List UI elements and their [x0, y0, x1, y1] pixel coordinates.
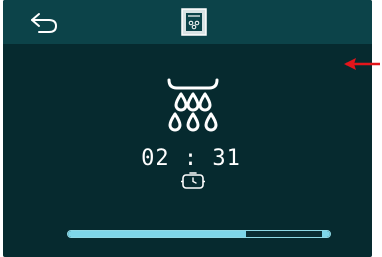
back-button[interactable] [25, 8, 65, 36]
red-arrow-left-icon [344, 58, 380, 70]
progress-end-cap [322, 231, 330, 237]
oven-mode-button[interactable] [178, 6, 210, 38]
top-bar [3, 0, 372, 44]
steam-drops-icon [167, 78, 219, 132]
device-frame: 02 : 31 [0, 0, 382, 257]
progress-fill [68, 231, 247, 237]
control-panel-screen: 02 : 31 [3, 0, 372, 257]
back-arrow-icon [31, 13, 57, 33]
remaining-time: 02 : 31 [141, 146, 241, 171]
oven-steam-mode-icon [181, 8, 207, 36]
timer-icon [181, 172, 205, 189]
cooking-progress-bar [67, 230, 331, 238]
